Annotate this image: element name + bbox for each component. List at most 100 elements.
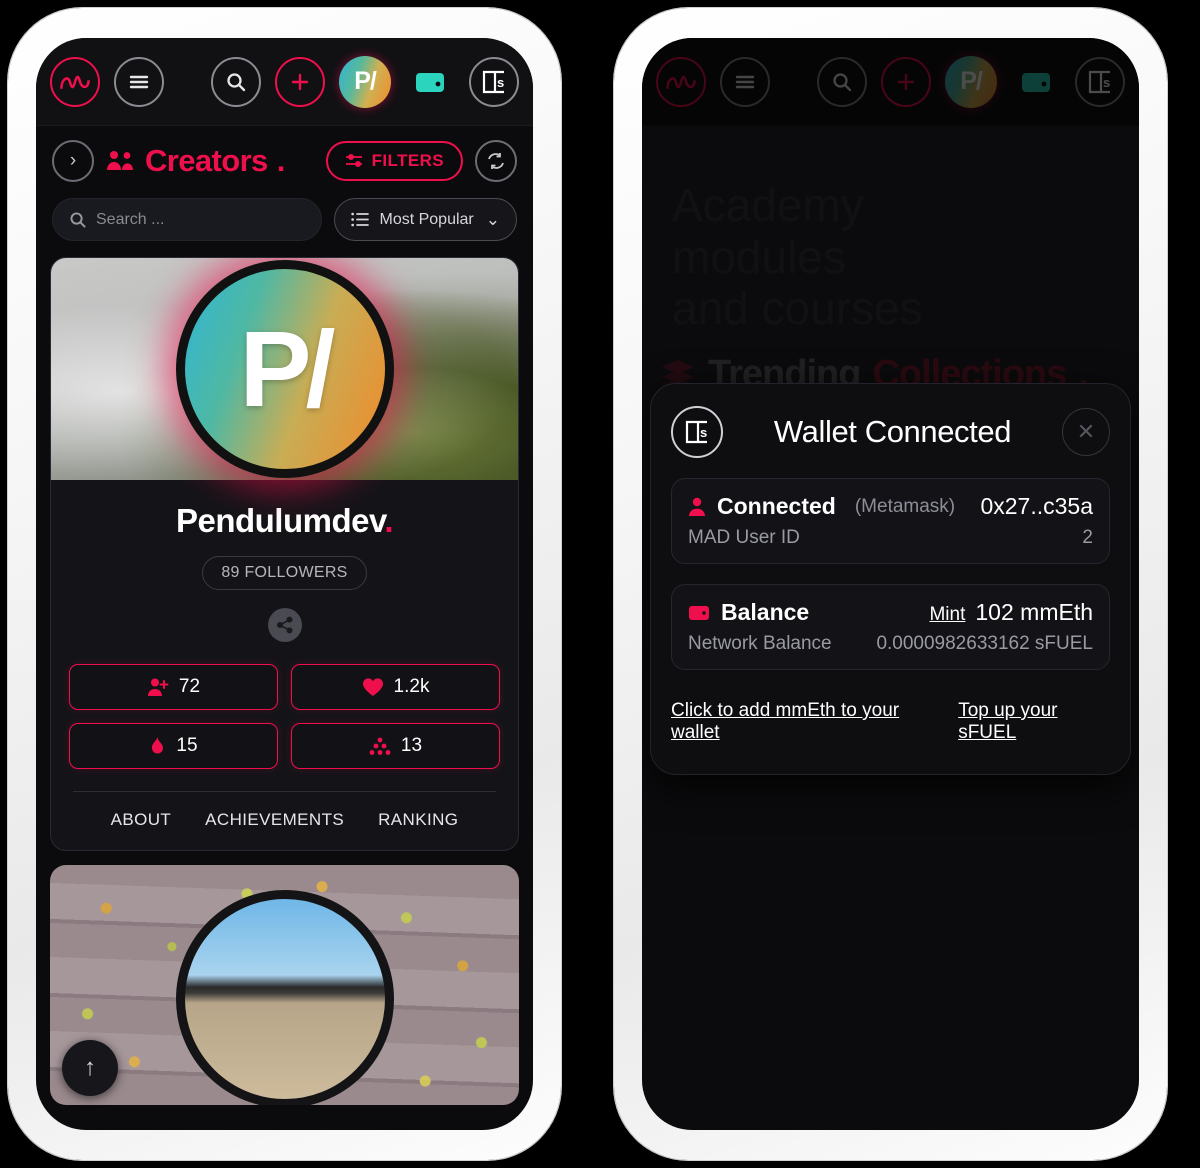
modal-title: Wallet Connected [773,414,1012,449]
mad-user-id-row: MAD User ID 2 [688,527,1093,549]
top-navbar-left: P/ s [36,38,533,126]
heart-icon [362,677,384,697]
avatar[interactable]: P/ [339,55,391,108]
wallet-connected-modal[interactable]: s Wallet Connected ✕ Connected (Metamask… [650,383,1131,775]
followers-badge: 89 FOLLOWERS [202,556,367,590]
network-balance-label: Network Balance [688,633,832,654]
avatar-label: P/ [354,67,377,95]
skale-icon[interactable]: s [1075,56,1125,107]
phone-left: P/ s › Creators . FILTERS Search ... Mos… [8,8,561,1160]
mad-user-id-label: MAD User ID [688,527,800,548]
sliders-icon [345,154,362,167]
balance-label: Balance [721,599,810,625]
sort-value: Most Popular [379,210,474,228]
stat-streak[interactable]: 15 [69,723,278,769]
modal-links: Click to add mmEth to your wallet Top up… [671,700,1110,748]
mint-link[interactable]: Mint [929,604,965,625]
screen-left: P/ s › Creators . FILTERS Search ... Mos… [36,38,533,1130]
phone-right: P/ s Academy modules and courses Trendin… [614,8,1167,1160]
stat-followers-value: 72 [178,676,201,697]
person-icon [689,497,705,516]
creator-tabs: ABOUT ACHIEVEMENTS RANKING [69,792,500,834]
page-title-text: Creators [145,143,268,178]
stat-collections[interactable]: 13 [291,723,500,769]
search-input[interactable]: Search ... [52,198,323,241]
wallet-icon[interactable] [1011,57,1061,107]
balance-amount: 102 mmEth [975,599,1093,625]
canvas: P/ s › Creators . FILTERS Search ... Mos… [0,0,1200,1168]
creator-avatar: P/ [175,260,394,478]
connected-provider: (Metamask) [854,495,956,517]
creator-card[interactable]: P/ Pendulumdev. 89 FOLLOWERS 72 1.2k 15 … [50,257,519,851]
stat-streak-value: 15 [176,735,198,756]
plus-icon[interactable] [881,56,931,107]
navbar-right-group: P/ s [211,55,519,108]
svg-text:s: s [700,425,707,440]
avatar[interactable]: P/ [945,55,997,108]
hero-heading: Academy modules and courses [642,126,1139,335]
connected-label-group: Connected (Metamask) [688,493,955,520]
arrow-up-icon: ↑ [84,1054,96,1081]
creator-card-body: Pendulumdev. 89 FOLLOWERS 72 1.2k 15 13 … [51,480,518,850]
mad-user-id-value: 2 [1082,527,1093,548]
wallet-icon[interactable] [405,57,455,107]
add-mmeth-link[interactable]: Click to add mmEth to your wallet [671,700,934,744]
scroll-to-top-button[interactable]: ↑ [62,1040,118,1096]
creator-avatar-2 [175,890,394,1105]
mad-logo-icon[interactable] [50,56,100,107]
creator-name-dot: . [384,502,394,539]
chevron-right-icon: › [69,150,77,171]
filters-button[interactable]: FILTERS [325,141,463,181]
flame-icon [149,735,166,757]
collection-icon [369,737,391,756]
search-icon[interactable] [211,56,261,107]
network-balance-row: Network Balance 0.0000982633162 sFUEL [688,633,1093,655]
creator-stats: 72 1.2k 15 13 [69,664,500,769]
network-balance-value: 0.0000982633162 sFUEL [876,633,1093,654]
close-label: ✕ [1076,419,1096,444]
people-icon [107,151,133,170]
search-icon [70,212,86,228]
mad-logo-icon[interactable] [656,56,706,107]
skale-icon: s [671,406,723,458]
connected-panel: Connected (Metamask) 0x27..c35a MAD User… [671,478,1110,564]
stat-likes-value: 1.2k [393,676,430,697]
tab-ranking[interactable]: RANKING [378,810,458,830]
filters-label: FILTERS [371,151,444,170]
balance-value-group: Mint 102 mmEth [929,599,1093,626]
hero-line-1: Academy [672,179,864,231]
stat-collections-value: 13 [400,735,423,756]
hero-line-3: and courses [672,282,923,335]
stat-followers[interactable]: 72 [69,664,278,710]
plus-icon[interactable] [275,56,325,107]
tab-about[interactable]: ABOUT [111,810,172,830]
hero-line-2: modules [672,230,846,283]
creator-banner: P/ [51,258,518,480]
share-icon[interactable] [267,608,302,642]
screen-right: P/ s Academy modules and courses Trendin… [642,38,1139,1130]
refresh-button[interactable] [475,140,517,182]
avatar-label: P/ [960,67,983,95]
balance-panel: Balance Mint 102 mmEth Network Balance 0.… [671,584,1110,670]
stat-likes[interactable]: 1.2k [291,664,500,710]
creator-name: Pendulumdev. [69,502,500,540]
modal-header: s Wallet Connected ✕ [671,406,1110,458]
tab-achievements[interactable]: ACHIEVEMENTS [205,810,344,830]
person-add-icon [147,677,169,697]
balance-row: Balance Mint 102 mmEth [688,599,1093,626]
top-navbar-right: P/ s [642,38,1139,126]
list-icon [351,212,370,227]
close-icon[interactable]: ✕ [1062,408,1110,456]
content-scroll-left[interactable]: › Creators. FILTERS Search ... Most Popu… [36,126,533,1130]
creator-card-2[interactable] [50,865,519,1105]
skale-icon[interactable]: s [469,56,519,107]
search-icon[interactable] [817,56,867,107]
sort-dropdown[interactable]: Most Popular ⌄ [334,198,517,241]
search-placeholder: Search ... [96,210,165,228]
back-button[interactable]: › [52,140,94,182]
creator-name-text: Pendulumdev [175,502,385,539]
top-up-sfuel-link[interactable]: Top up your sFUEL [958,700,1110,744]
menu-icon[interactable] [720,56,770,107]
menu-icon[interactable] [114,56,164,107]
refresh-icon [488,153,504,169]
